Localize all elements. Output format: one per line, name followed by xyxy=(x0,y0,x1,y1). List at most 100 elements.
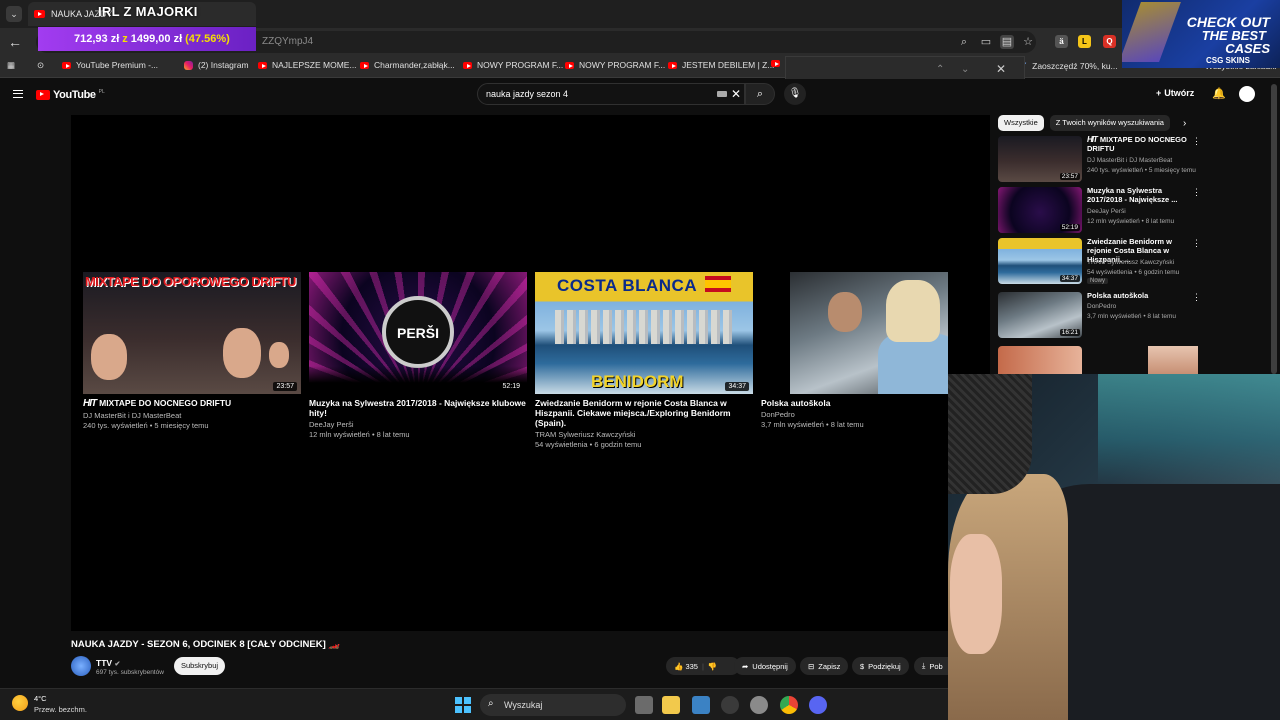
endcard-title: Muzyka na Sylwestra 2017/2018 - Najwięks… xyxy=(309,398,526,418)
endcard-channel: DeeJay Perši xyxy=(309,420,354,429)
find-previous-icon[interactable]: ⌃ xyxy=(936,64,944,75)
recommendation-4[interactable]: 16:21 Polska autoškola DonPedro 3,7 mln … xyxy=(998,291,1201,338)
cast-icon[interactable]: ▭ xyxy=(979,35,993,49)
endcard-1[interactable]: MIXTAPE DO OPOROWEGO DRIFTU 23:57 HIT MIX… xyxy=(83,272,301,431)
thanks-button[interactable]: $ Podziękuj xyxy=(852,657,909,675)
store-icon[interactable] xyxy=(692,696,710,714)
recommendation-2[interactable]: 52:19 Muzyka na Sylwestra 2017/2018 - Na… xyxy=(998,186,1201,233)
endcard-4[interactable]: Polska autoškola DonPedro 3,7 mln wyświe… xyxy=(761,272,961,430)
bookmark-nowy-program-2[interactable]: NOWY PROGRAM F... xyxy=(565,60,665,70)
windows-start-icon[interactable] xyxy=(455,697,471,713)
driver xyxy=(886,280,940,342)
settings-gear-icon[interactable] xyxy=(750,696,768,714)
share-icon: ➦ xyxy=(742,661,749,671)
voice-search-icon[interactable]: 🎙 xyxy=(784,83,806,105)
bookmark-instagram[interactable]: (2) Instagram xyxy=(184,60,249,70)
bookmark-youtube-premium[interactable]: YouTube Premium -... xyxy=(62,60,158,70)
channel-name[interactable]: TTV ✔ xyxy=(96,658,120,668)
thumbs-down-icon[interactable]: 👎 xyxy=(708,662,717,671)
duration-badge: 52:19 xyxy=(499,382,523,391)
keyboard-icon[interactable] xyxy=(717,91,727,97)
bookmark-jestem-debilem[interactable]: JESTEM DEBILEM | Z... xyxy=(668,60,774,70)
youtube-logo[interactable]: YouTube PL xyxy=(36,89,105,101)
find-next-icon[interactable]: ⌄ xyxy=(961,64,969,75)
create-button[interactable]: + Utwórz xyxy=(1156,88,1194,98)
bookmark-overflow[interactable] xyxy=(771,60,780,67)
chips-next-icon[interactable]: › xyxy=(1183,118,1186,129)
recommendation-thumbnail-partial xyxy=(1148,346,1198,374)
chip-from-search[interactable]: Z Twoich wyników wyszukiwania xyxy=(1049,115,1170,131)
task-view-icon[interactable] xyxy=(635,696,653,714)
apps-grid-icon[interactable]: ▦ xyxy=(7,60,15,71)
chrome-icon[interactable] xyxy=(780,696,798,714)
recommendation-stats: 12 mln wyświetleń • 8 lat temu xyxy=(1087,218,1175,225)
extension-1-icon[interactable]: ä xyxy=(1055,35,1068,48)
bookmark-label: NAJLEPSZE MOME... xyxy=(272,60,357,70)
download-label: Pob xyxy=(929,661,943,671)
menu-icon[interactable] xyxy=(13,90,23,98)
endcard-3[interactable]: COSTA BLANCA BENIDORM 34:37 Zwiedzanie B… xyxy=(535,272,753,450)
endcard-channel: DJ MasterBit i DJ MasterBeat xyxy=(83,411,182,420)
endcard-stats: 54 wyświetlenia • 6 godzin temu xyxy=(535,440,642,449)
reader-mode-icon[interactable]: ▤ xyxy=(1000,35,1014,49)
region-code: PL xyxy=(98,89,105,95)
plus-icon: + xyxy=(1156,88,1162,98)
endcard-title: Zwiedzanie Benidorm w rejonie Costa Blan… xyxy=(535,398,731,428)
bookmark-zaoszczedz[interactable]: ✔Zaoszczędź 70%, ku... xyxy=(1020,60,1118,71)
recommendation-3[interactable]: 34:37 Zwiedzanie Benidorm w rejonie Cost… xyxy=(998,237,1201,284)
endcard-2[interactable]: PERŠI 52:19 Muzyka na Sylwestra 2017/201… xyxy=(309,272,527,440)
more-options-icon[interactable]: ⋮ xyxy=(1192,187,1201,198)
app-icon[interactable] xyxy=(721,696,739,714)
subscribe-button[interactable]: Subskrybuj xyxy=(174,657,225,675)
bookmark-star-icon[interactable]: ☆ xyxy=(1021,35,1035,49)
user-avatar[interactable] xyxy=(1239,86,1255,102)
zoom-icon[interactable]: ⌕ xyxy=(957,35,971,49)
windows-taskbar: 4°C Przew. bezchm. ⌕ Wyszukaj xyxy=(0,688,948,720)
download-button[interactable]: ⤓ Pob xyxy=(914,657,948,675)
youtube-logo-icon xyxy=(36,90,50,100)
find-close-icon[interactable]: ✕ xyxy=(996,62,1006,76)
file-explorer-icon[interactable] xyxy=(662,696,680,714)
chip-all[interactable]: Wszystkie xyxy=(998,115,1044,131)
tab-search-chevron-icon[interactable]: ⌄ xyxy=(6,6,22,22)
person-1 xyxy=(91,334,127,380)
endcard-channel: DonPedro xyxy=(761,410,795,419)
recommendation-5[interactable] xyxy=(998,346,1198,374)
clear-search-icon[interactable]: ✕ xyxy=(731,87,741,101)
save-button[interactable]: ⊟ Zapisz xyxy=(800,657,849,675)
youtube-header: YouTube PL nauka jazdy sezon 4 ✕ ⌕ 🎙 + Ut… xyxy=(0,79,1280,111)
weather-sun-icon[interactable] xyxy=(12,695,28,711)
endcard-title: Polska autoškola xyxy=(761,398,831,408)
page-scrollbar[interactable] xyxy=(1271,84,1277,374)
video-player[interactable]: MIXTAPE DO OPOROWEGO DRIFTU 23:57 HIT MIX… xyxy=(71,115,990,631)
recommendation-channel: DJ MasterBit i DJ MasterBeat xyxy=(1087,157,1173,164)
duration-badge: 16:21 xyxy=(1059,329,1080,336)
share-label: Udostępnij xyxy=(752,661,788,671)
bookmark-charmander[interactable]: Charmander,zabłąk... xyxy=(360,60,455,70)
thanks-label: Podziękuj xyxy=(868,661,901,671)
discord-icon[interactable] xyxy=(809,696,827,714)
taskbar-search[interactable]: ⌕ Wyszukaj xyxy=(480,694,626,716)
extension-2-icon[interactable]: L xyxy=(1078,35,1091,48)
recommendation-channel: DeeJay Perši xyxy=(1087,208,1126,215)
bookmark-folder-icon[interactable]: ⊙ xyxy=(37,60,44,71)
extension-3-icon[interactable]: Q xyxy=(1103,35,1116,48)
back-arrow-icon[interactable]: ← xyxy=(7,34,23,50)
channel-avatar[interactable] xyxy=(71,656,91,676)
bookmark-nowy-program-1[interactable]: NOWY PROGRAM F... xyxy=(463,60,563,70)
hit-logo: HIT xyxy=(83,398,97,409)
notifications-bell-icon[interactable]: 🔔 xyxy=(1212,87,1226,100)
search-button[interactable]: ⌕ xyxy=(745,83,775,105)
donation-separator: z xyxy=(122,33,128,45)
share-button[interactable]: ➦ Udostępnij xyxy=(734,657,796,675)
more-options-icon[interactable]: ⋮ xyxy=(1192,292,1201,303)
bookmark-najlepsze[interactable]: NAJLEPSZE MOME... xyxy=(258,60,357,70)
search-input[interactable]: nauka jazdy sezon 4 ✕ xyxy=(477,83,745,105)
like-button[interactable]: 👍 335 xyxy=(674,662,698,671)
recommendation-stats: 240 tys. wyświetleń • 5 miesięcy temu xyxy=(1087,167,1196,174)
more-options-icon[interactable]: ⋮ xyxy=(1192,136,1201,147)
recommendation-1[interactable]: 23:57 HIT MIXTAPE DO NOCNEGO DRIFTU DJ Ma… xyxy=(998,135,1201,182)
bookmark-label: JESTEM DEBILEM | Z... xyxy=(682,60,775,70)
recommendation-thumbnail: 34:37 xyxy=(998,238,1082,284)
more-options-icon[interactable]: ⋮ xyxy=(1192,238,1201,249)
